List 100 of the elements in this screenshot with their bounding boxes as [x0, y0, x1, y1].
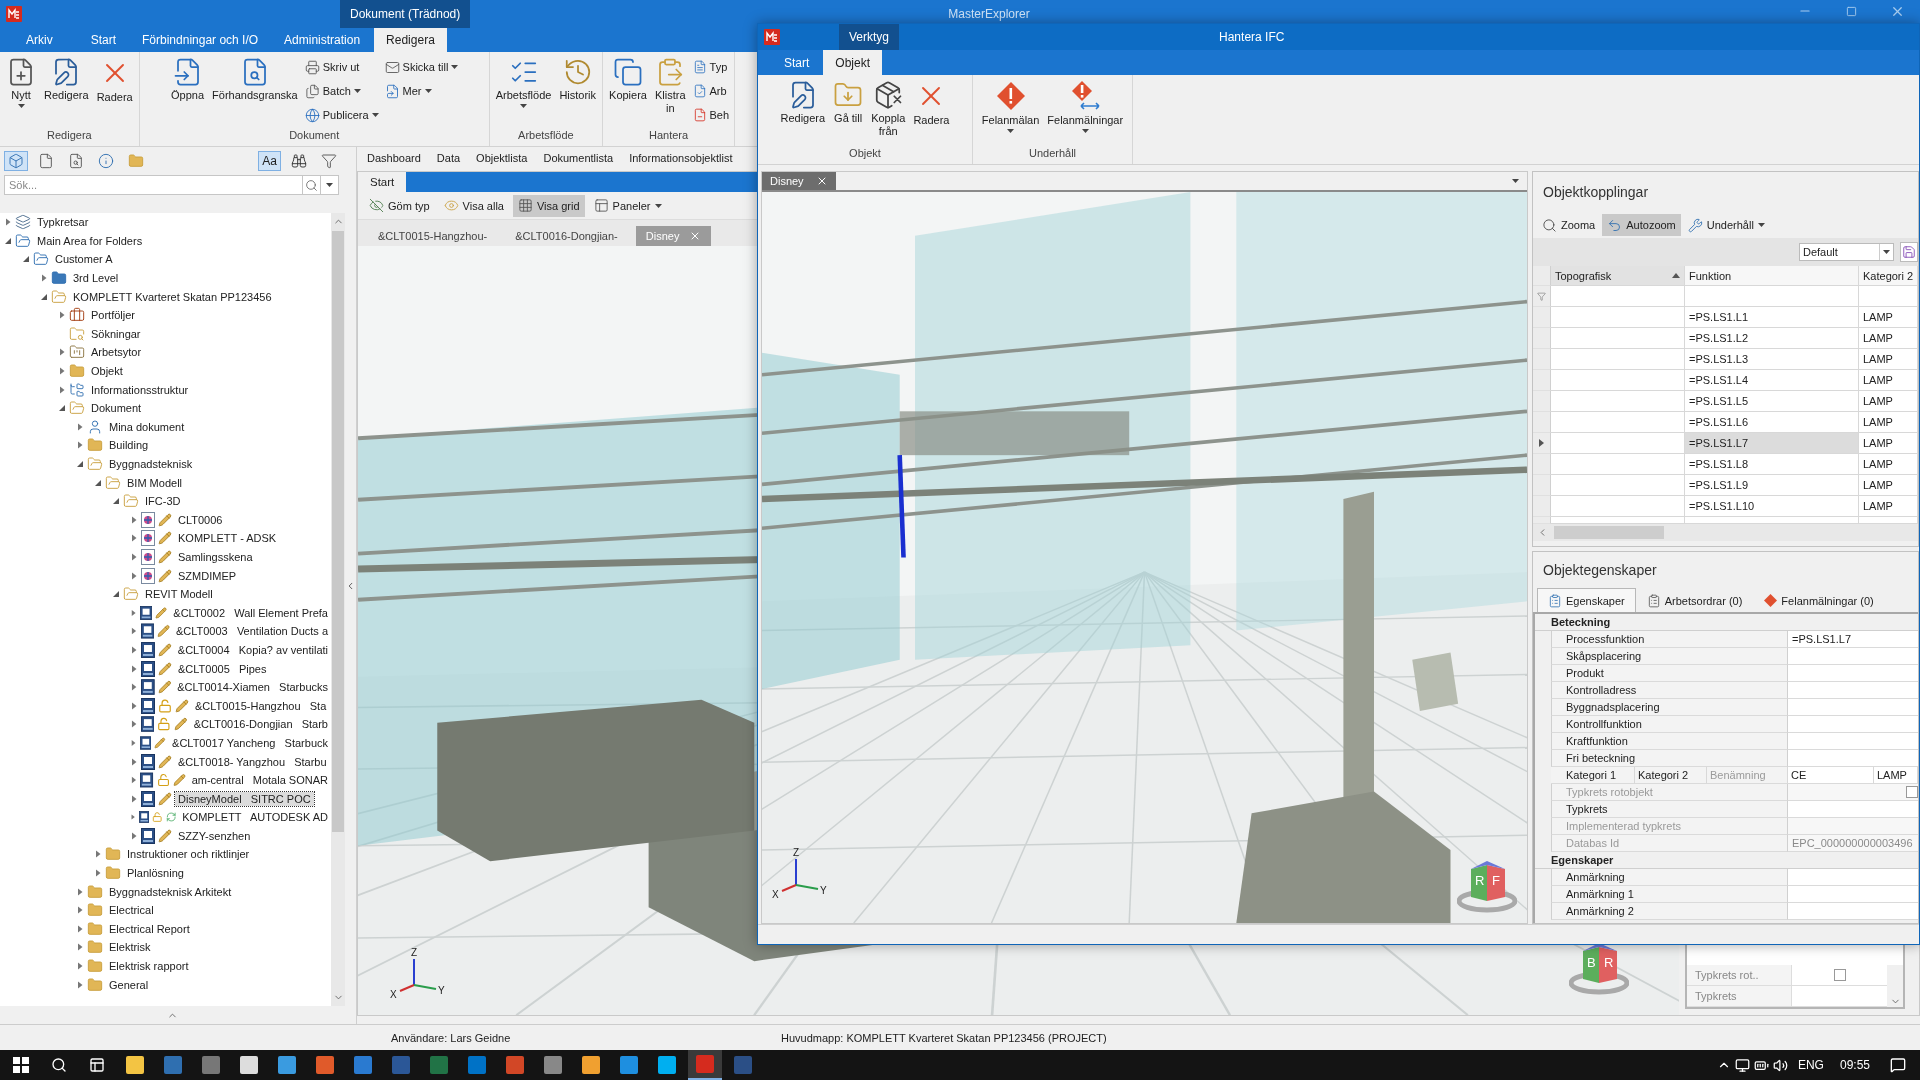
table-cell[interactable]: =PS.LS1.L1 [1685, 307, 1859, 328]
tree-item[interactable]: Customer A [52, 252, 116, 267]
document-tab[interactable]: &CLT0015-Hangzhou- [368, 226, 498, 246]
panel-toolbar-button[interactable]: Autozoom [1602, 214, 1681, 236]
tree-item[interactable]: &CLT0005 Pipes [175, 661, 270, 676]
ribbon-small-button[interactable]: Skicka till [382, 56, 461, 78]
table-cell[interactable]: =PS.LS1.L8 [1685, 454, 1859, 475]
tree-item[interactable]: 3rd Level [70, 271, 122, 286]
view-tab[interactable]: Dokumentlista [535, 147, 622, 169]
file-tab[interactable]: Arkiv [14, 28, 65, 52]
viewer-toolbar-button[interactable]: Paneler [588, 194, 667, 217]
tree-item[interactable]: Dokument [88, 401, 145, 416]
tree-item[interactable]: SZMDIMEP [175, 568, 240, 583]
start-tab[interactable]: Start [358, 172, 407, 192]
ribbon-small-button[interactable]: Publicera [302, 104, 381, 126]
ribbon-button[interactable]: Redigera [41, 54, 92, 105]
tree-item[interactable]: &CLT0002 Wall Element Prefa [170, 605, 331, 620]
ribbon-button[interactable]: Arbetsflöde [492, 54, 555, 111]
language-indicator[interactable]: ENG [1791, 1058, 1830, 1072]
ribbon-button[interactable]: Förhandsgranska [209, 54, 301, 105]
tree-item[interactable]: &CLT0018- Yangzhou Starbu [175, 754, 330, 769]
tree-item[interactable]: Typkretsar [34, 215, 92, 230]
view-tab[interactable]: Dashboard [359, 147, 429, 169]
panel-tab[interactable]: Arbetsordrar (0) [1635, 588, 1754, 612]
viewer-toolbar-button[interactable]: Göm typ [364, 194, 435, 217]
tree-item[interactable]: CLT0006 [175, 512, 226, 527]
ribbon-small-button[interactable]: Beh [690, 104, 732, 126]
ribbon-button[interactable]: Redigera [777, 77, 829, 128]
tree-item[interactable]: BIM Modell [124, 475, 186, 490]
property-value[interactable]: =PS.LS1.L7 [1788, 631, 1918, 648]
ribbon-button[interactable]: Radera [93, 54, 136, 107]
tree-item[interactable]: Mina dokument [106, 419, 188, 434]
table-cell[interactable]: =PS.LS1.L2 [1685, 328, 1859, 349]
ribbon-button[interactable]: Koppla från [868, 77, 909, 141]
table-cell[interactable]: =PS.LS1.L9 [1685, 475, 1859, 496]
ribbon-button[interactable]: Kopiera [606, 54, 650, 105]
ribbon-tab[interactable]: Start [78, 28, 128, 52]
column-header[interactable]: Funktion [1685, 266, 1859, 286]
viewer-toolbar-button[interactable]: Visa alla [438, 194, 509, 217]
viewer-toolbar-button[interactable]: Visa grid [512, 194, 585, 217]
ribbon-small-button[interactable]: Arb [690, 80, 732, 102]
clock[interactable]: 09:55 [1833, 1058, 1876, 1072]
ribbon-button[interactable]: Gå till [830, 77, 867, 128]
match-case-toggle[interactable]: Aa [258, 151, 281, 171]
ribbon-button[interactable]: Klistra in [651, 54, 689, 118]
tree-item[interactable]: Informationsstruktur [88, 382, 192, 397]
tree-item[interactable]: &CLT0016-Dongjian Starb [190, 717, 331, 732]
view-tab[interactable]: Data [428, 147, 469, 169]
property-value[interactable]: CE [1788, 767, 1874, 784]
ribbon-tab[interactable]: Redigera [374, 28, 447, 52]
tree-item[interactable]: Planlösning [124, 866, 187, 881]
tree-item[interactable]: &CLT0014-Xiamen Starbucks [174, 680, 331, 695]
ribbon-tab[interactable]: Förbindningar och I/O [130, 28, 271, 52]
tree-item[interactable]: &CLT0017 Yancheng Starbuck [169, 735, 331, 750]
ribbon-button[interactable]: Radera [910, 77, 953, 130]
tree-item[interactable]: SZZY-senzhen [175, 828, 254, 843]
property-value[interactable]: LAMP [1874, 767, 1918, 784]
view-tab[interactable]: Objektlista [468, 147, 536, 169]
ribbon-tab[interactable]: Start [772, 50, 822, 75]
table-cell[interactable]: =PS.LS1.L5 [1685, 391, 1859, 412]
table-cell[interactable]: =PS.LS1.L6 [1685, 412, 1859, 433]
tree-item[interactable]: KOMPLETT - ADSK [175, 531, 280, 546]
tree-item[interactable]: am-central Motala SONAR [188, 773, 331, 788]
tree-item[interactable]: Samlingsskena [175, 550, 256, 564]
ribbon-button[interactable]: Felanmälningar [1044, 77, 1127, 136]
column-header[interactable]: Topografisk [1551, 266, 1685, 286]
ribbon-small-button[interactable]: Mer [382, 80, 461, 102]
document-tab[interactable]: &CLT0016-Dongjian- [505, 226, 628, 246]
ribbon-button[interactable]: Nytt [3, 54, 39, 111]
tree-item[interactable]: &CLT0015-Hangzhou Sta [192, 698, 330, 713]
tree-item[interactable]: &CLT0003 Ventilation Ducts a [172, 624, 331, 639]
tree-item[interactable]: Elektrisk [106, 940, 154, 955]
table-cell[interactable]: =PS.LS1.L4 [1685, 370, 1859, 391]
tree-item[interactable]: Sökningar [88, 326, 144, 341]
ribbon-small-button[interactable]: Typ [690, 56, 732, 78]
tree-item[interactable]: Elektrisk rapport [106, 959, 192, 974]
panel-tab[interactable]: Felanmälningar (0) [1753, 588, 1885, 612]
tree-item[interactable]: KOMPLETT Kvarteret Skatan PP123456 [70, 289, 275, 304]
search-field[interactable]: Sök... [4, 175, 303, 195]
tree-item[interactable]: Byggnadsteknisk [106, 457, 196, 471]
ribbon-tab[interactable]: Objekt [823, 50, 883, 75]
ribbon-small-button[interactable]: Batch [302, 80, 381, 102]
document-tab[interactable]: Disney [762, 172, 836, 190]
table-cell[interactable]: =PS.LS1.L3 [1685, 349, 1859, 370]
tree-item[interactable]: Instruktioner och riktlinjer [124, 847, 253, 862]
tree-item[interactable]: &CLT0004 Kopia? av ventilati [174, 642, 331, 657]
column-header[interactable]: Kategori 2 [1859, 266, 1918, 286]
tree-item[interactable]: General [106, 977, 152, 992]
panel-toolbar-button[interactable]: Underhåll [1682, 214, 1770, 236]
tree-item[interactable]: Arbetsytor [88, 345, 145, 360]
ribbon-button[interactable]: Historik [556, 54, 600, 105]
tree-item[interactable]: REVIT Modell [142, 587, 216, 602]
tree-item[interactable]: Byggnadsteknisk Arkitekt [106, 884, 235, 899]
tree-item[interactable]: Objekt [88, 364, 126, 379]
ribbon-small-button[interactable]: Skriv ut [302, 56, 381, 78]
ribbon-button[interactable]: Öppna [168, 54, 208, 105]
tree-item[interactable]: KOMPLETT AUTODESK AD [179, 810, 331, 825]
table-cell[interactable]: =PS.LS1.L7 [1685, 433, 1859, 454]
layout-dropdown[interactable]: Default [1799, 243, 1894, 261]
tree-item[interactable]: DisneyModel SITRC POC [175, 791, 314, 806]
